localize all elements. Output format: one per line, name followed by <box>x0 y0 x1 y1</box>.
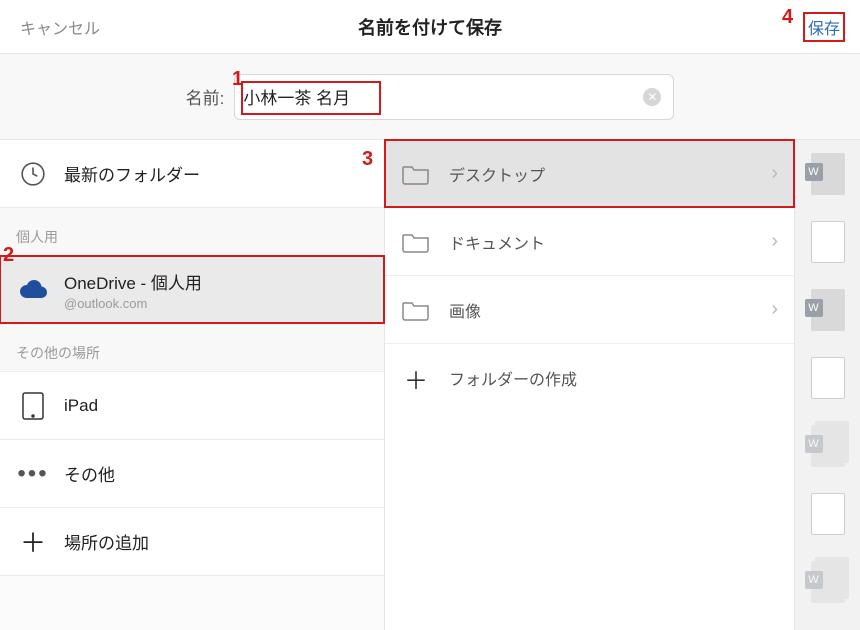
recent-label: 最新のフォルダー <box>64 161 200 186</box>
file-thumb[interactable] <box>795 480 860 548</box>
callout-3: 3 <box>362 148 373 171</box>
file-thumb[interactable] <box>795 140 860 208</box>
file-thumb[interactable] <box>795 344 860 412</box>
folder-list: デスクトップ › ドキュメント › 画像 › ＋ フォルダーの作成 <box>384 140 794 630</box>
columns: 最新のフォルダー 個人用 OneDrive - 個人用 @outlook.com… <box>0 140 860 630</box>
location-more[interactable]: ••• その他 <box>0 440 384 508</box>
clock-icon <box>18 161 48 187</box>
pictures-label: 画像 <box>449 298 753 322</box>
folder-icon <box>401 299 431 321</box>
filename-label: 名前: <box>186 84 225 109</box>
file-thumb[interactable] <box>795 276 860 344</box>
file-preview-column <box>794 140 860 630</box>
more-label: その他 <box>64 461 115 486</box>
callout-2: 2 <box>3 244 14 267</box>
filename-input[interactable]: 小林一茶 名月 ✕ <box>234 74 674 120</box>
callout-4: 4 <box>782 6 793 29</box>
onedrive-title: OneDrive - 個人用 <box>64 269 202 294</box>
section-personal: 個人用 <box>0 208 384 256</box>
file-thumb[interactable] <box>795 412 860 480</box>
file-thumb[interactable] <box>795 548 860 616</box>
clear-icon[interactable]: ✕ <box>643 88 661 106</box>
folder-icon <box>401 231 431 253</box>
filename-bar: 名前: 小林一茶 名月 ✕ <box>0 54 860 140</box>
folder-desktop[interactable]: デスクトップ › <box>385 140 794 208</box>
ipad-icon <box>18 392 48 420</box>
folder-documents[interactable]: ドキュメント › <box>385 208 794 276</box>
locations-sidebar: 最新のフォルダー 個人用 OneDrive - 個人用 @outlook.com… <box>0 140 384 630</box>
dialog-title: 名前を付けて保存 <box>358 14 502 40</box>
cancel-button[interactable]: キャンセル <box>20 15 100 39</box>
save-button-wrap: 保存 <box>808 15 840 39</box>
location-ipad[interactable]: iPad <box>0 372 384 440</box>
chevron-right-icon: › <box>771 230 778 253</box>
title-bar: キャンセル 名前を付けて保存 保存 <box>0 0 860 54</box>
folder-icon <box>401 163 431 185</box>
plus-icon: ＋ <box>18 523 48 560</box>
ipad-label: iPad <box>64 396 98 416</box>
documents-label: ドキュメント <box>449 230 753 254</box>
onedrive-sub: @outlook.com <box>64 296 202 311</box>
chevron-right-icon: › <box>771 298 778 321</box>
save-button[interactable]: 保存 <box>808 15 840 39</box>
file-thumb[interactable] <box>795 208 860 276</box>
recent-folders[interactable]: 最新のフォルダー <box>0 140 384 208</box>
add-label: 場所の追加 <box>64 529 149 554</box>
chevron-right-icon: › <box>771 162 778 185</box>
ellipsis-icon: ••• <box>18 460 48 488</box>
callout-1: 1 <box>232 68 243 91</box>
cloud-icon <box>18 280 48 300</box>
filename-value: 小林一茶 名月 <box>243 84 350 109</box>
create-folder[interactable]: ＋ フォルダーの作成 <box>385 344 794 412</box>
onedrive-personal[interactable]: OneDrive - 個人用 @outlook.com <box>0 256 384 324</box>
plus-icon: ＋ <box>401 361 431 396</box>
add-place[interactable]: ＋ 場所の追加 <box>0 508 384 576</box>
desktop-label: デスクトップ <box>449 162 753 186</box>
section-other: その他の場所 <box>0 324 384 372</box>
newfolder-label: フォルダーの作成 <box>449 366 778 390</box>
folder-pictures[interactable]: 画像 › <box>385 276 794 344</box>
